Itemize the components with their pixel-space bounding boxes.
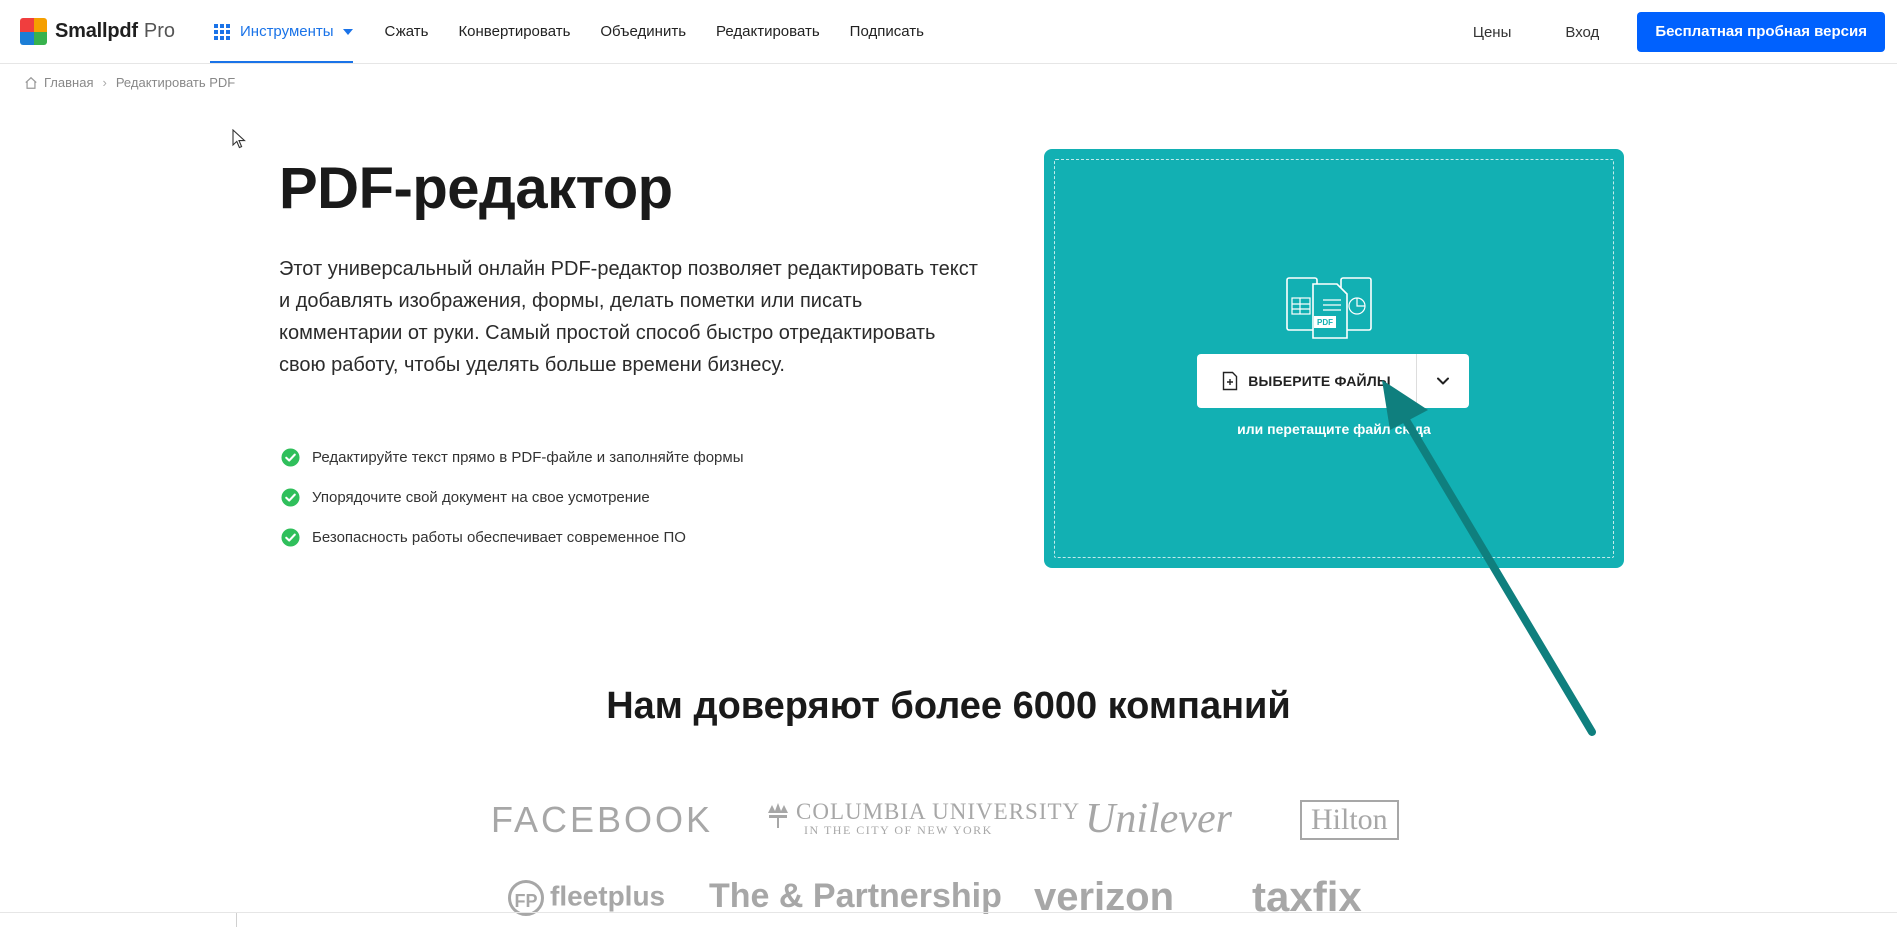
tools-menu-label: Инструменты	[240, 23, 334, 40]
feature-text: Безопасность работы обеспечивает совреме…	[312, 528, 686, 546]
caret-down-icon	[342, 28, 353, 35]
verizon-logo: verizon	[1034, 875, 1175, 919]
breadcrumb-home[interactable]: Главная	[44, 75, 93, 90]
smallpdf-logo-icon	[20, 18, 47, 45]
tools-menu-button[interactable]: Инструменты	[210, 0, 353, 63]
columbia-line-2: IN THE CITY OF NEW YORK	[804, 823, 993, 837]
bottom-divider-tick	[236, 913, 237, 927]
free-trial-button[interactable]: Бесплатная пробная версия	[1637, 12, 1885, 52]
grid-icon	[214, 23, 230, 40]
feature-item: Упорядочите свой документ на свое усмотр…	[281, 477, 743, 517]
columbia-logo: COLUMBIA UNIVERSITY IN THE CITY OF NEW Y…	[768, 799, 1080, 838]
nav-compress[interactable]: Сжать	[385, 23, 429, 40]
files-illustration-icon: PDF	[1286, 277, 1372, 339]
home-icon	[25, 76, 37, 89]
check-circle-icon	[281, 527, 300, 547]
breadcrumb-current: Редактировать PDF	[115, 75, 236, 90]
feature-item: Безопасность работы обеспечивает совреме…	[281, 517, 743, 557]
top-header: Smallpdf Pro Инструменты Сжать Конвертир…	[0, 0, 1897, 64]
nav-convert[interactable]: Конвертировать	[458, 23, 570, 40]
fleetplus-mark: FP	[508, 880, 544, 916]
nav-merge[interactable]: Объединить	[600, 23, 686, 40]
bottom-divider	[0, 912, 1897, 913]
fleetplus-text: fleetplus	[550, 880, 666, 912]
check-circle-icon	[281, 487, 300, 507]
taxfix-logo: taxfix	[1252, 873, 1362, 920]
unilever-logo: Unilever	[1085, 796, 1232, 842]
feature-text: Редактируйте текст прямо в PDF-файле и з…	[312, 448, 744, 466]
feature-list: Редактируйте текст прямо в PDF-файле и з…	[281, 437, 743, 557]
columbia-line-1: COLUMBIA UNIVERSITY	[796, 799, 1081, 824]
trust-heading: Нам доверяют более 6000 компаний	[606, 685, 1291, 727]
hero-description: Этот универсальный онлайн PDF-редактор п…	[279, 258, 978, 376]
breadcrumb: Главная › Редактировать PDF	[24, 75, 235, 90]
smallpdf-logo[interactable]: Smallpdf Pro	[20, 18, 175, 45]
brand-suffix: Pro	[143, 20, 175, 42]
hilton-logo: Hilton	[1300, 800, 1399, 840]
pricing-link[interactable]: Цены	[1473, 24, 1512, 41]
feature-text: Упорядочите свой документ на свое усмотр…	[312, 488, 650, 506]
feature-item: Редактируйте текст прямо в PDF-файле и з…	[281, 437, 743, 477]
breadcrumb-separator: ›	[102, 75, 107, 90]
main-nav: Инструменты Сжать Конвертировать Объедин…	[210, 0, 924, 63]
check-circle-icon	[281, 447, 300, 467]
mouse-cursor-icon	[232, 129, 246, 149]
add-document-icon	[1223, 371, 1238, 391]
pdf-badge: PDF	[1317, 318, 1333, 327]
and-partnership-logo: The & Partnership	[709, 877, 1002, 915]
fleetplus-logo: FP fleetplus	[508, 880, 665, 916]
login-link[interactable]: Вход	[1565, 24, 1599, 41]
nav-edit[interactable]: Редактировать	[716, 23, 820, 40]
brand-name: Smallpdf	[55, 20, 138, 42]
page-title: PDF-редактор	[279, 156, 673, 221]
nav-sign[interactable]: Подписать	[850, 23, 924, 40]
crown-icon	[768, 803, 788, 828]
account-nav: Цены Вход Бесплатная пробная версия	[1473, 12, 1885, 52]
facebook-logo: FACEBOOK	[491, 799, 714, 840]
